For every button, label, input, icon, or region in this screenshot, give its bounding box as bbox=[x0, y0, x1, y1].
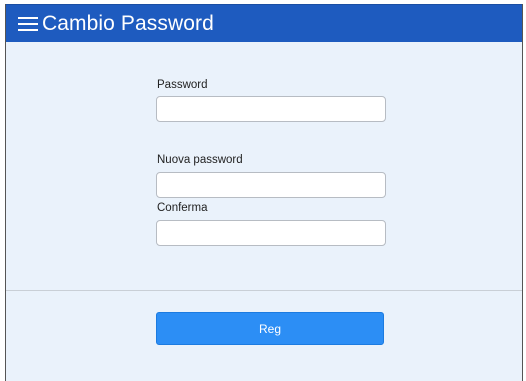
hamburger-menu-icon[interactable] bbox=[17, 5, 39, 43]
register-button[interactable]: Reg bbox=[156, 312, 384, 345]
page-frame: Cambio Password Password Nuova password … bbox=[5, 4, 523, 381]
new-password-field[interactable] bbox=[156, 172, 386, 198]
confirm-password-label: Conferma bbox=[157, 202, 208, 214]
password-label: Password bbox=[157, 79, 208, 91]
form-divider bbox=[6, 290, 522, 291]
confirm-password-field[interactable] bbox=[156, 220, 386, 246]
app-header: Cambio Password bbox=[6, 4, 522, 42]
new-password-label: Nuova password bbox=[157, 154, 243, 166]
page-title: Cambio Password bbox=[42, 11, 214, 35]
password-field[interactable] bbox=[156, 96, 386, 122]
